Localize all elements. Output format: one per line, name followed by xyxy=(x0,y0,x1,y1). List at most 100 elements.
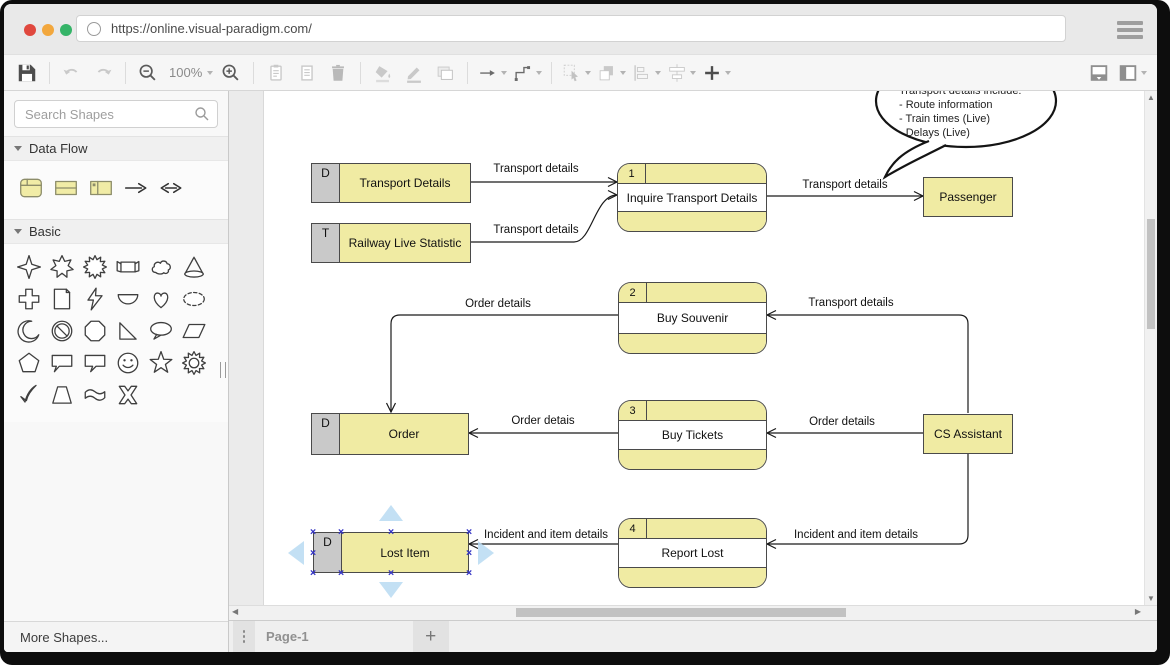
paste-button[interactable] xyxy=(261,60,291,86)
zoom-in-button[interactable] xyxy=(216,60,246,86)
palette-shape-dfd-external-entity[interactable] xyxy=(86,173,116,203)
vertical-scroll-thumb[interactable] xyxy=(1147,219,1155,329)
arrow-style-dropdown[interactable] xyxy=(475,60,509,86)
selection-handle[interactable]: × xyxy=(338,566,345,579)
palette-shape-dashed-ellipse[interactable] xyxy=(179,284,209,314)
selection-handle[interactable]: × xyxy=(466,545,473,558)
palette-shape-oval-callout[interactable] xyxy=(146,316,176,346)
format-panel-toggle[interactable] xyxy=(1084,60,1114,86)
flow-label[interactable]: Transport details xyxy=(808,297,893,309)
data-store-node[interactable]: TRailway Live Statistic xyxy=(311,223,471,263)
process-node[interactable]: 2Buy Souvenir xyxy=(618,282,767,354)
align-dropdown[interactable] xyxy=(629,60,663,86)
scroll-up-icon[interactable]: ▲ xyxy=(1145,93,1157,102)
palette-shape-tick[interactable] xyxy=(14,380,44,410)
selection-handle[interactable]: × xyxy=(310,525,317,538)
resize-direction-arrow[interactable] xyxy=(379,582,403,598)
url-input[interactable] xyxy=(109,20,1055,37)
scroll-down-icon[interactable]: ▼ xyxy=(1145,594,1157,603)
process-node[interactable]: 3Buy Tickets xyxy=(618,400,767,470)
process-node[interactable]: 4Report Lost xyxy=(618,518,767,588)
flow-connector[interactable] xyxy=(767,315,968,413)
palette-shape-smiley[interactable] xyxy=(113,348,143,378)
site-info-icon[interactable] xyxy=(87,22,101,36)
horizontal-scroll-thumb[interactable] xyxy=(516,608,846,617)
flow-connector[interactable] xyxy=(391,315,618,412)
palette-shape-prohibited[interactable] xyxy=(47,316,77,346)
connector-style-dropdown[interactable] xyxy=(510,60,544,86)
palette-shape-x-shape[interactable] xyxy=(113,380,143,410)
palette-shape-right-triangle[interactable] xyxy=(113,316,143,346)
flow-label[interactable]: Transport details xyxy=(493,163,578,175)
palette-shape-cross[interactable] xyxy=(14,284,44,314)
palette-shape-moon[interactable] xyxy=(14,316,44,346)
page-tab[interactable]: Page-1 xyxy=(266,629,309,644)
layout-panel-toggle[interactable] xyxy=(1115,60,1149,86)
flow-label[interactable]: Incident and item details xyxy=(484,529,608,541)
resize-direction-arrow[interactable] xyxy=(288,541,304,565)
external-entity-node[interactable]: CS Assistant xyxy=(923,414,1013,454)
palette-section-basic[interactable]: Basic xyxy=(4,219,228,244)
selection-handle[interactable]: × xyxy=(310,545,317,558)
more-shapes-button[interactable]: More Shapes... xyxy=(4,621,228,652)
palette-section-data-flow[interactable]: Data Flow xyxy=(4,136,228,161)
palette-shape-cloud[interactable] xyxy=(146,252,176,282)
palette-shape-half-circle[interactable] xyxy=(113,284,143,314)
selection-handle[interactable]: × xyxy=(388,566,395,579)
line-color-button[interactable] xyxy=(399,60,429,86)
palette-shape-star-5-point[interactable] xyxy=(146,348,176,378)
process-node[interactable]: 1Inquire Transport Details xyxy=(617,163,767,232)
zoom-out-button[interactable] xyxy=(133,60,163,86)
palette-shape-sun[interactable] xyxy=(179,348,209,378)
palette-shape-dfd-process[interactable] xyxy=(16,173,46,203)
resize-direction-arrow[interactable] xyxy=(379,505,403,521)
palette-shape-rect-callout-2[interactable] xyxy=(80,348,110,378)
copy-style-button[interactable] xyxy=(292,60,322,86)
browser-menu-icon[interactable] xyxy=(1117,21,1143,39)
selection-handle[interactable]: × xyxy=(310,566,317,579)
selection-tool-dropdown[interactable] xyxy=(559,60,593,86)
selection-handle[interactable]: × xyxy=(338,525,345,538)
palette-shape-burst[interactable] xyxy=(80,252,110,282)
flow-label[interactable]: Order details xyxy=(809,416,875,428)
palette-shape-lightning[interactable] xyxy=(80,284,110,314)
data-store-node[interactable]: DTransport Details xyxy=(311,163,471,203)
drawing-canvas[interactable]: Transport details include:- Route inform… xyxy=(229,91,1157,605)
delete-button[interactable] xyxy=(323,60,353,86)
fill-color-button[interactable] xyxy=(368,60,398,86)
minimize-window-button[interactable] xyxy=(42,24,54,36)
flow-label[interactable]: Transport details xyxy=(493,224,578,236)
layer-order-dropdown[interactable] xyxy=(594,60,628,86)
palette-shape-rect-callout[interactable] xyxy=(47,348,77,378)
palette-shape-document[interactable] xyxy=(47,284,77,314)
add-page-button[interactable]: + xyxy=(413,621,449,652)
data-store-node[interactable]: DOrder xyxy=(311,413,469,455)
palette-shape-pentagon[interactable] xyxy=(14,348,44,378)
palette-shape-dfd-datastore[interactable] xyxy=(51,173,81,203)
scroll-right-icon[interactable]: ▶ xyxy=(1135,607,1141,616)
flow-label[interactable]: Incident and item details xyxy=(794,529,918,541)
palette-shape-cone[interactable] xyxy=(179,252,209,282)
undo-button[interactable] xyxy=(57,60,87,86)
selection-handle[interactable]: × xyxy=(388,525,395,538)
selection-handle[interactable]: × xyxy=(466,525,473,538)
palette-shape-parallelogram[interactable] xyxy=(179,316,209,346)
distribute-dropdown[interactable] xyxy=(664,60,698,86)
palette-shape-star-4-point[interactable] xyxy=(14,252,44,282)
resize-direction-arrow[interactable] xyxy=(478,541,494,565)
selection-handle[interactable]: × xyxy=(466,566,473,579)
search-input[interactable] xyxy=(14,100,218,128)
sidebar-resize-handle[interactable] xyxy=(220,362,226,378)
shape-style-button[interactable] xyxy=(430,60,460,86)
redo-button[interactable] xyxy=(88,60,118,86)
save-button[interactable] xyxy=(12,60,42,86)
maximize-window-button[interactable] xyxy=(60,24,72,36)
scroll-left-icon[interactable]: ◀ xyxy=(232,607,238,616)
horizontal-scrollbar[interactable]: ◀ ▶ xyxy=(229,605,1157,620)
zoom-level-dropdown[interactable]: 100% xyxy=(164,60,215,86)
close-window-button[interactable] xyxy=(24,24,36,36)
vertical-scrollbar[interactable]: ▲ ▼ xyxy=(1144,91,1157,605)
palette-shape-dfd-bidirectional-arrow[interactable] xyxy=(156,173,186,203)
address-bar[interactable] xyxy=(76,15,1066,42)
external-entity-node[interactable]: Passenger xyxy=(923,177,1013,217)
